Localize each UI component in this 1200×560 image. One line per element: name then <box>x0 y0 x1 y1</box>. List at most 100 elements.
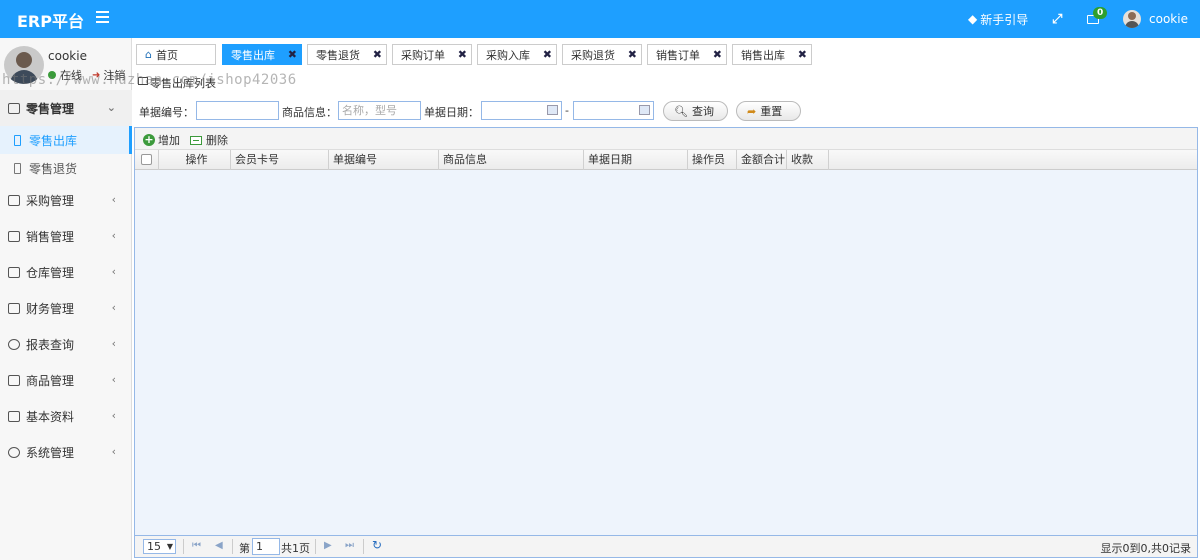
sidebar-item-basic-data[interactable]: 基本资料 ‹ <box>0 398 132 434</box>
box-icon <box>8 374 20 386</box>
sidebar-item-label: 基本资料 <box>26 409 75 424</box>
chevron-left-icon: ‹ <box>111 193 116 206</box>
search-form: 单据编号： 商品信息： 名称，型号 单据日期： - 🔍︎ 查询 ➦ 重置 <box>134 97 1198 125</box>
gear-icon <box>8 446 20 458</box>
column-header[interactable]: 单据编号 <box>329 150 439 170</box>
sidebar-item-system[interactable]: 系统管理 ‹ <box>0 434 132 470</box>
column-header[interactable]: 单据日期 <box>584 150 688 170</box>
delete-button[interactable]: 删除 <box>190 132 228 148</box>
menu-toggle-icon[interactable] <box>96 11 109 23</box>
sidebar-item-warehouse[interactable]: 仓库管理 ‹ <box>0 254 132 290</box>
calendar-icon[interactable] <box>639 105 650 115</box>
date-end-input[interactable] <box>573 101 654 120</box>
column-header[interactable]: 操作员 <box>688 150 737 170</box>
sidebar-item-finance[interactable]: 财务管理 ‹ <box>0 290 132 326</box>
app-title: ERP平台 <box>17 12 84 31</box>
pagination: 15 ▼ ⏮︎ ◀ 第 1 共1页 ▶ ⏭︎ ↻ 显示0到0,共0记录 <box>134 536 1198 558</box>
tab-sales-order[interactable]: 销售订单 ✖ <box>647 44 727 65</box>
mail-icon[interactable]: 0 <box>1087 0 1108 38</box>
sidebar-subitem-label: 零售退货 <box>29 161 78 176</box>
tab-home[interactable]: ⌂ 首页 <box>136 44 216 65</box>
chevron-left-icon: ‹ <box>111 337 116 350</box>
page-size-value: 15 <box>147 540 161 553</box>
tab-retail-return[interactable]: 零售退货 ✖ <box>307 44 387 65</box>
calendar-icon[interactable] <box>547 105 558 115</box>
column-header[interactable]: 会员卡号 <box>231 150 329 170</box>
tab-retail-out[interactable]: 零售出库 ✖ <box>222 44 302 65</box>
chevron-left-icon: ‹ <box>111 409 116 422</box>
briefcase-icon <box>8 230 20 242</box>
column-header[interactable]: 商品信息 <box>439 150 584 170</box>
avatar <box>1123 10 1141 28</box>
date-separator: - <box>565 104 569 117</box>
select-all-checkbox[interactable] <box>141 154 152 165</box>
guide-label: 新手引导 <box>980 12 1029 27</box>
goods-label: 商品信息： <box>282 106 337 119</box>
close-icon[interactable]: ✖ <box>628 48 637 61</box>
sidebar-item-label: 零售管理 <box>26 101 75 116</box>
search-icon: 🔍︎ <box>674 104 688 118</box>
column-header[interactable]: 收款 <box>787 150 829 170</box>
close-icon[interactable]: ✖ <box>713 48 722 61</box>
close-icon[interactable]: ✖ <box>288 48 297 61</box>
sidebar-item-label: 商品管理 <box>26 373 75 388</box>
sidebar-item-reports[interactable]: 报表查询 ‹ <box>0 326 132 362</box>
guide-link[interactable]: ◆ 新手引导 <box>968 0 1028 38</box>
sidebar-item-goods[interactable]: 商品管理 ‹ <box>0 362 132 398</box>
sidebar-subitem-retail-return[interactable]: 零售退货 <box>0 154 132 182</box>
select-all-cell <box>135 150 159 170</box>
page-total: 共1页 <box>281 542 310 555</box>
sidebar-item-label: 系统管理 <box>26 445 75 460</box>
user-menu[interactable]: cookie <box>1123 0 1188 38</box>
sidebar-item-retail[interactable]: 零售管理 ⌄ <box>0 90 132 126</box>
refresh-icon[interactable]: ↻ <box>372 538 382 552</box>
fullscreen-icon[interactable]: ⤢ <box>1052 0 1062 38</box>
date-start-input[interactable] <box>481 101 562 120</box>
tab-label: 销售出库 <box>741 48 785 62</box>
prev-page-icon[interactable]: ◀ <box>215 540 223 551</box>
sidebar: cookie 在线 ➜ 注销 零售管理 ⌄ 零售出库 零售退货 采购管理 ‹ 销… <box>0 38 132 560</box>
reset-button[interactable]: ➦ 重置 <box>736 101 801 121</box>
date-label: 单据日期： <box>424 106 479 119</box>
grid-toolbar: + 增加 删除 <box>135 128 1197 150</box>
chevron-left-icon: ‹ <box>111 301 116 314</box>
sidebar-item-label: 仓库管理 <box>26 265 75 280</box>
home-icon: ⌂ <box>145 48 152 61</box>
chevron-left-icon: ‹ <box>111 265 116 278</box>
sidebar-subitem-retail-out[interactable]: 零售出库 <box>0 126 132 154</box>
sidebar-item-label: 报表查询 <box>26 337 75 352</box>
close-icon[interactable]: ✖ <box>458 48 467 61</box>
chevron-down-icon: ⌄ <box>106 101 116 114</box>
tab-sales-out[interactable]: 销售出库 ✖ <box>732 44 812 65</box>
close-icon[interactable]: ✖ <box>798 48 807 61</box>
first-page-icon[interactable]: ⏮︎ <box>192 540 201 551</box>
page-size-select[interactable]: 15 ▼ <box>143 539 176 554</box>
column-header[interactable]: 金额合计 <box>737 150 787 170</box>
last-page-icon[interactable]: ⏭︎ <box>345 540 354 551</box>
top-bar: ERP平台 ◆ 新手引导 ⤢ 0 cookie <box>0 0 1200 38</box>
chevron-left-icon: ‹ <box>111 445 116 458</box>
sidebar-item-purchase[interactable]: 采购管理 ‹ <box>0 182 132 218</box>
delete-label: 删除 <box>206 134 228 147</box>
order-no-input[interactable] <box>196 101 279 120</box>
tab-purchase-return[interactable]: 采购退货 ✖ <box>562 44 642 65</box>
monitor-icon <box>8 194 20 206</box>
page-number-input[interactable]: 1 <box>252 538 280 555</box>
tab-purchase-in[interactable]: 采购入库 ✖ <box>477 44 557 65</box>
document-icon <box>14 162 21 174</box>
tab-purchase-order[interactable]: 采购订单 ✖ <box>392 44 472 65</box>
add-button[interactable]: + 增加 <box>143 132 180 148</box>
goods-input[interactable]: 名称，型号 <box>338 101 421 120</box>
next-page-icon[interactable]: ▶ <box>324 540 332 551</box>
close-icon[interactable]: ✖ <box>373 48 382 61</box>
chevron-down-icon: ▼ <box>166 542 173 551</box>
close-icon[interactable]: ✖ <box>543 48 552 61</box>
order-no-label: 单据编号： <box>139 106 194 119</box>
sidebar-item-label: 销售管理 <box>26 229 75 244</box>
column-header[interactable]: 操作 <box>159 150 231 170</box>
sidebar-item-sales[interactable]: 销售管理 ‹ <box>0 218 132 254</box>
tab-label: 零售出库 <box>231 48 275 62</box>
tab-label: 销售订单 <box>656 48 700 62</box>
query-button[interactable]: 🔍︎ 查询 <box>663 101 728 121</box>
tab-label: 采购退货 <box>571 48 615 62</box>
